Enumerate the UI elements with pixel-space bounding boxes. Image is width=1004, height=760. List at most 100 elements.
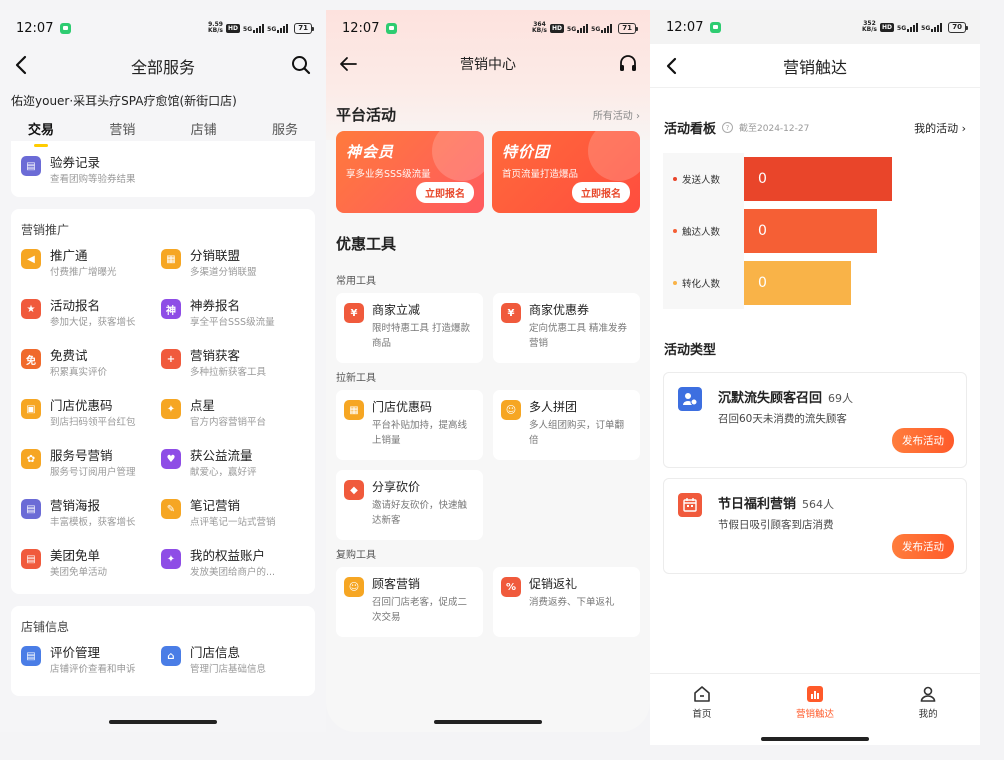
my-activities-link[interactable]: 我的活动 ›: [914, 120, 966, 136]
tool-card[interactable]: ¥ 商家优惠券 定向优惠工具 精准发券营销: [493, 293, 640, 363]
tab-label: 营销触达: [795, 709, 834, 720]
tool-group-heading: 拉新工具: [336, 373, 376, 384]
tool-card[interactable]: % 促销返礼 消费返券、下单返礼: [493, 567, 640, 637]
legend-dot: [673, 229, 677, 233]
service-item[interactable]: ✦ 点星 官方内容营销平台: [161, 398, 301, 430]
signal-icon: 5G: [591, 23, 613, 33]
tab-mine[interactable]: 我的: [919, 685, 938, 720]
service-item[interactable]: ⌂ 门店信息 管理门店基础信息: [161, 645, 301, 677]
tool-subtitle: 定向优惠工具 精准发券营销: [529, 323, 628, 349]
funnel-bar: 0: [744, 157, 892, 201]
all-services-screen: 12:07 9.59 KB/s HD 5G 5G 71 全部服务 佑迩youer·…: [0, 10, 326, 732]
home-indicator[interactable]: [434, 720, 542, 724]
banner-super-member[interactable]: 神会员 享多业务SSS级流量 立即报名: [336, 131, 484, 213]
net-speed: 352 KB/s: [862, 20, 878, 33]
service-item[interactable]: 神神券报名 享全平台SSS级流量: [161, 298, 301, 330]
tab-trade[interactable]: 交易: [28, 119, 54, 147]
all-activities-link[interactable]: 所有活动 ›: [593, 107, 640, 122]
service-title: 营销海报: [50, 498, 101, 513]
calendar-icon: [678, 493, 702, 517]
publish-activity-button[interactable]: 发布活动: [892, 428, 954, 453]
back-arrow-icon[interactable]: [12, 54, 32, 76]
activity-type-card[interactable]: 沉默流失顾客召回 69人 召回60天未消费的流失顾客 发布活动: [663, 372, 967, 468]
service-subtitle: 点评笔记一站式营销: [190, 517, 276, 528]
tool-subtitle: 平台补贴加持，提高线上销量: [372, 420, 468, 446]
category-tabs: 交易 营销 店铺 服务: [0, 113, 326, 147]
tool-title: 促销返礼: [529, 577, 578, 591]
activity-type-card[interactable]: 节日福利营销 564人 节假日吸引顾客到店消费 发布活动: [663, 478, 967, 574]
back-arrow-icon[interactable]: [662, 56, 682, 76]
home-indicator[interactable]: [109, 720, 217, 724]
home-indicator[interactable]: [761, 737, 869, 741]
service-item[interactable]: ★ 活动报名 参加大促，获客增长: [21, 298, 161, 330]
service-item-coupon-records[interactable]: ▤ 验券记录 查看团购等验券结果: [21, 149, 305, 187]
tool-group-heading: 复购工具: [336, 550, 376, 561]
marketing-reach-screen: 12:07 352 KB/s HD 5G 5G 70 营销触达 活动看板 ? 截至…: [650, 10, 980, 745]
service-item[interactable]: ✦ 我的权益账户 发放美团给商户的...: [161, 548, 301, 580]
section-heading: 活动看板: [664, 122, 717, 137]
clock: 12:07: [342, 20, 380, 36]
tool-card[interactable]: ▦ 门店优惠码 平台补贴加持，提高线上销量: [336, 390, 483, 460]
service-item[interactable]: 免免费试 积累真实评价: [21, 348, 161, 380]
service-item[interactable]: ▤ 美团免单 美团免单活动: [21, 548, 161, 580]
service-title: 营销获客: [190, 348, 241, 363]
page-title: 全部服务: [130, 58, 195, 77]
tab-store[interactable]: 店铺: [191, 119, 217, 141]
service-item[interactable]: ♥ 获公益流量 献爱心，赢好评: [161, 448, 301, 480]
tool-card[interactable]: ¥ 商家立减 限时特惠工具 打造爆款商品: [336, 293, 483, 363]
tab-home[interactable]: 首页: [692, 685, 711, 720]
page-title: 营销中心: [460, 57, 516, 73]
service-item[interactable]: ✎ 笔记营销 点评笔记一站式营销: [161, 498, 301, 530]
section-heading: 平台活动: [336, 106, 397, 124]
legend-dot: [673, 281, 677, 285]
tool-group-heading: 常用工具: [336, 276, 376, 287]
signup-button[interactable]: 立即报名: [416, 182, 474, 203]
funnel-bar: 0: [744, 209, 877, 253]
signal-icon: 5G: [267, 23, 289, 33]
type-title: 沉默流失顾客召回 69人: [718, 391, 854, 406]
publish-activity-button[interactable]: 发布活动: [892, 534, 954, 559]
funnel-value: 0: [758, 171, 767, 187]
service-title: 点星: [190, 398, 216, 413]
service-item[interactable]: ✿ 服务号营销 服务号订阅用户管理: [21, 448, 161, 480]
service-item[interactable]: ▤ 营销海报 丰富模板，获客增长: [21, 498, 161, 530]
tab-marketing[interactable]: 营销: [109, 119, 135, 141]
service-icon: ▣: [21, 399, 41, 419]
type-count: 564人: [802, 498, 835, 511]
tool-card[interactable]: ◆ 分享砍价 邀请好友砍价，快速触达新客: [336, 470, 483, 540]
tab-service[interactable]: 服务: [272, 119, 298, 141]
search-icon[interactable]: [290, 54, 312, 76]
help-icon[interactable]: ?: [722, 122, 734, 133]
service-icon: 免: [21, 349, 41, 369]
wechat-icon: [386, 22, 398, 34]
banner-special-deal[interactable]: 特价团 首页流量打造爆品 立即报名: [492, 131, 640, 213]
tool-grid: ¥ 商家立减 限时特惠工具 打造爆款商品 ¥ 商家优惠券 定向优惠工具 精准发券营销: [326, 293, 650, 363]
service-title: 获公益流量: [190, 448, 253, 463]
tool-card[interactable]: ☺ 顾客营销 召回门店老客，促成二次交易: [336, 567, 483, 637]
net-speed: 364 KB/s: [532, 21, 548, 34]
service-item[interactable]: + 营销获客 多种拉新获客工具: [161, 348, 301, 380]
battery-icon: 71: [294, 22, 314, 34]
back-arrow-icon[interactable]: [338, 55, 358, 73]
signup-button[interactable]: 立即报名: [572, 182, 630, 203]
service-item[interactable]: ▣ 门店优惠码 到店扫码领平台红包: [21, 398, 161, 430]
clock: 12:07: [666, 19, 704, 35]
service-subtitle: 享全平台SSS级流量: [190, 317, 275, 328]
store-info-card: 店铺信息 ▤ 评价管理 店铺评价查看和申诉 ⌂ 门店信息 管理门店基础信息: [11, 606, 315, 696]
tool-groups: 常用工具 ¥ 商家立减 限时特惠工具 打造爆款商品 ¥ 商家优惠券 定向优惠工具 精准发券营…: [326, 266, 650, 637]
service-icon: +: [161, 349, 181, 369]
tab-marketing-reach[interactable]: 营销触达: [796, 685, 834, 720]
platform-header: 平台活动 所有活动 ›: [326, 82, 650, 131]
tool-title: 顾客营销: [372, 577, 421, 591]
service-title: 分销联盟: [190, 248, 241, 263]
activity-types: 沉默流失顾客召回 69人 召回60天未消费的流失顾客 发布活动 节日福利营销 564人 节假…: [650, 372, 980, 574]
funnel-label: 发送人数: [663, 153, 744, 205]
signal-icon: 5G: [567, 23, 589, 33]
service-item[interactable]: ▤ 评价管理 店铺评价查看和申诉: [21, 645, 161, 677]
service-item[interactable]: ▦ 分销联盟 多渠道分销联盟: [161, 248, 301, 280]
headset-icon[interactable]: [618, 54, 638, 74]
service-icon: ♥: [161, 449, 181, 469]
tool-card[interactable]: ☺ 多人拼团 多人组团购买，订单翻倍: [493, 390, 640, 460]
service-item[interactable]: ◀ 推广通 付费推广增曝光: [21, 248, 161, 280]
section-heading: 店铺信息: [21, 620, 70, 634]
